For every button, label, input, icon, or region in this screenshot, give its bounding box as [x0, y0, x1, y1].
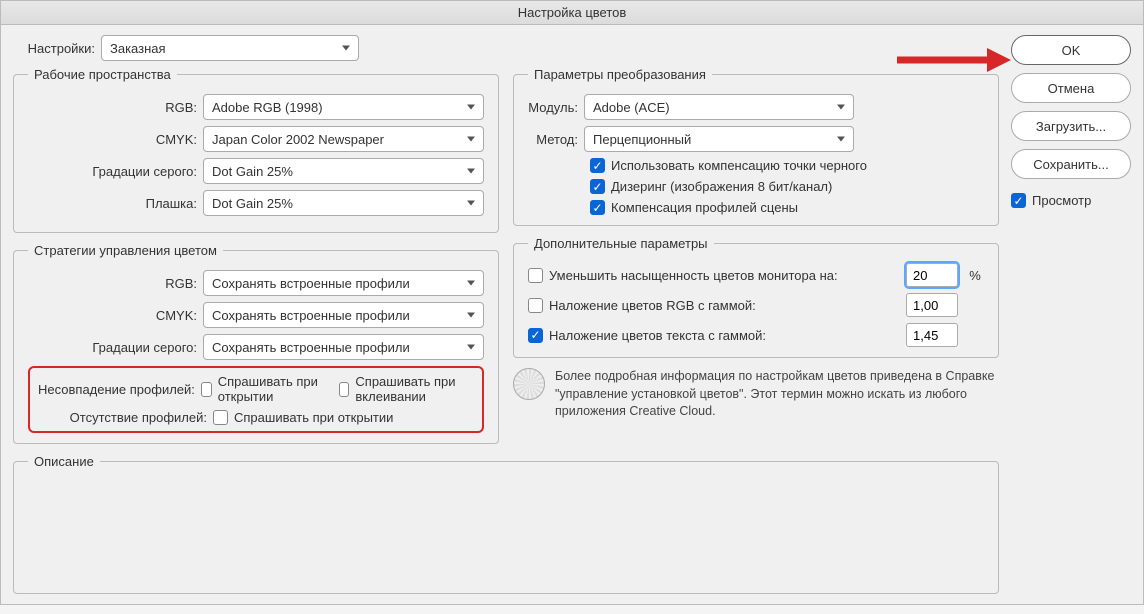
- blend-rgb-input[interactable]: [906, 293, 958, 317]
- mismatch-paste-checkbox[interactable]: Спрашивать при вклеивании: [339, 374, 474, 404]
- info-icon: [513, 368, 545, 400]
- cancel-button[interactable]: Отмена: [1011, 73, 1131, 103]
- policies-legend: Стратегии управления цветом: [28, 243, 223, 258]
- blend-text-input[interactable]: [906, 323, 958, 347]
- policy-gray-label: Градации серого:: [28, 340, 203, 355]
- desat-unit: %: [966, 268, 984, 283]
- policy-rgb-label: RGB:: [28, 276, 203, 291]
- checkbox-icon: [528, 298, 543, 313]
- gray-label: Градации серого:: [28, 164, 203, 179]
- cmyk-select[interactable]: Japan Color 2002 Newspaper: [203, 126, 484, 152]
- preview-checkbox[interactable]: ✓ Просмотр: [1011, 193, 1091, 208]
- intent-label: Метод:: [528, 132, 584, 147]
- conversion-fieldset: Параметры преобразования Модуль:Adobe (A…: [513, 67, 999, 226]
- workspaces-legend: Рабочие пространства: [28, 67, 177, 82]
- checkbox-icon: [528, 268, 543, 283]
- intent-select[interactable]: Перцепционный: [584, 126, 854, 152]
- checkbox-icon: ✓: [590, 179, 605, 194]
- policy-cmyk-label: CMYK:: [28, 308, 203, 323]
- checkbox-icon: [339, 382, 350, 397]
- blend-text-checkbox[interactable]: ✓Наложение цветов текста с гаммой:: [528, 328, 898, 343]
- rgb-label: RGB:: [28, 100, 203, 115]
- engine-label: Модуль:: [528, 100, 584, 115]
- desat-checkbox[interactable]: Уменьшить насыщенность цветов монитора н…: [528, 268, 898, 283]
- rgb-select[interactable]: Adobe RGB (1998): [203, 94, 484, 120]
- mismatch-open-checkbox[interactable]: Спрашивать при открытии: [201, 374, 326, 404]
- desat-input[interactable]: [906, 263, 958, 287]
- engine-select[interactable]: Adobe (ACE): [584, 94, 854, 120]
- advanced-fieldset: Дополнительные параметры Уменьшить насыщ…: [513, 236, 999, 358]
- checkbox-icon: ✓: [590, 200, 605, 215]
- window-title: Настройка цветов: [1, 1, 1143, 25]
- policy-rgb-select[interactable]: Сохранять встроенные профили: [203, 270, 484, 296]
- spot-label: Плашка:: [28, 196, 203, 211]
- spot-select[interactable]: Dot Gain 25%: [203, 190, 484, 216]
- settings-select[interactable]: Заказная: [101, 35, 359, 61]
- advanced-legend: Дополнительные параметры: [528, 236, 714, 251]
- checkbox-icon: [213, 410, 228, 425]
- cmyk-label: CMYK:: [28, 132, 203, 147]
- policy-cmyk-select[interactable]: Сохранять встроенные профили: [203, 302, 484, 328]
- policy-gray-select[interactable]: Сохранять встроенные профили: [203, 334, 484, 360]
- gray-select[interactable]: Dot Gain 25%: [203, 158, 484, 184]
- description-legend: Описание: [28, 454, 100, 469]
- mismatch-label: Несовпадение профилей:: [38, 382, 201, 397]
- bpc-checkbox[interactable]: ✓Использовать компенсацию точки черного: [590, 158, 867, 173]
- scene-checkbox[interactable]: ✓Компенсация профилей сцены: [590, 200, 798, 215]
- ok-button[interactable]: OK: [1011, 35, 1131, 65]
- color-settings-window: Настройка цветов Настройки: Заказная Раб…: [0, 0, 1144, 605]
- description-fieldset: Описание: [13, 454, 999, 594]
- info-text: Более подробная информация по настройкам…: [555, 368, 999, 421]
- settings-label: Настройки:: [13, 41, 101, 56]
- settings-value: Заказная: [110, 41, 166, 56]
- missing-open-checkbox[interactable]: Спрашивать при открытии: [213, 410, 393, 425]
- conversion-legend: Параметры преобразования: [528, 67, 712, 82]
- checkbox-icon: ✓: [590, 158, 605, 173]
- dither-checkbox[interactable]: ✓Дизеринг (изображения 8 бит/канал): [590, 179, 832, 194]
- checkbox-icon: ✓: [528, 328, 543, 343]
- save-button[interactable]: Сохранить...: [1011, 149, 1131, 179]
- policies-fieldset: Стратегии управления цветом RGB:Сохранят…: [13, 243, 499, 444]
- checkbox-icon: ✓: [1011, 193, 1026, 208]
- load-button[interactable]: Загрузить...: [1011, 111, 1131, 141]
- workspaces-fieldset: Рабочие пространства RGB:Adobe RGB (1998…: [13, 67, 499, 233]
- highlighted-region: Несовпадение профилей: Спрашивать при от…: [28, 366, 484, 433]
- blend-rgb-checkbox[interactable]: Наложение цветов RGB с гаммой:: [528, 298, 898, 313]
- checkbox-icon: [201, 382, 212, 397]
- missing-label: Отсутствие профилей:: [38, 410, 213, 425]
